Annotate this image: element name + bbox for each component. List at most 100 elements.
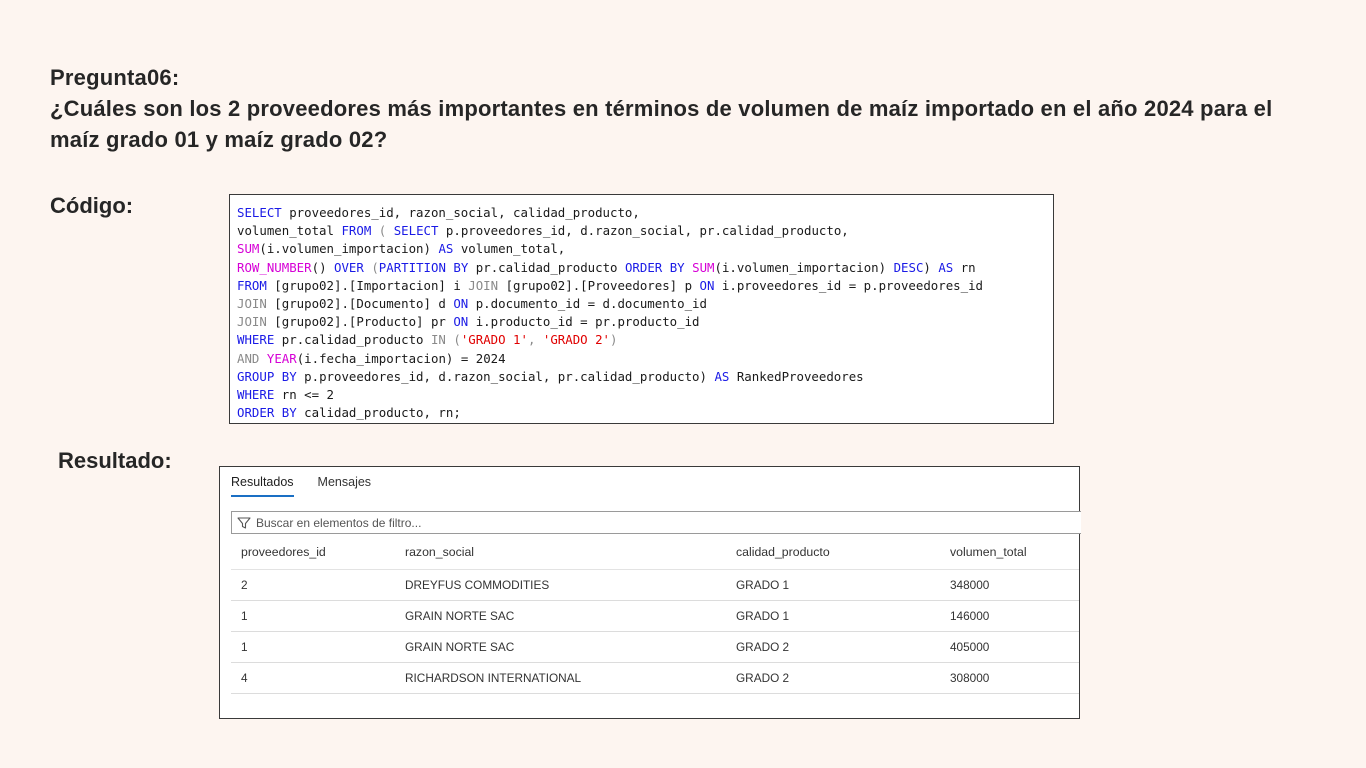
table-row[interactable]: 2 DREYFUS COMMODITIES GRADO 1 348000	[231, 569, 1079, 601]
code-token: AS	[438, 241, 454, 257]
code-token: WHERE	[237, 332, 275, 348]
column-header-razon-social[interactable]: razon_social	[395, 535, 726, 570]
code-token: 'GRADO 1'	[460, 332, 528, 348]
code-token: AND	[237, 350, 260, 366]
cell-volumen-total: 308000	[940, 662, 1079, 694]
code-token: IN	[430, 332, 446, 348]
cell-proveedores-id: 1	[231, 631, 395, 663]
table-row[interactable]: 4 RICHARDSON INTERNATIONAL GRADO 2 30800…	[231, 662, 1079, 694]
column-header-volumen-total[interactable]: volumen_total	[940, 535, 1079, 570]
table-header-row: proveedores_id razon_social calidad_prod…	[231, 535, 1079, 570]
code-token: RankedProveedores	[729, 368, 864, 384]
code-token: SUM	[237, 241, 260, 257]
cell-razon-social: GRAIN NORTE SAC	[395, 600, 726, 632]
code-token: pr.calidad_producto	[274, 332, 431, 348]
code-token: i.producto_id = pr.producto_id	[468, 314, 700, 330]
cell-calidad-producto: GRADO 1	[726, 569, 940, 601]
code-token: SELECT	[237, 205, 282, 220]
code-line: FROM [grupo02].[Importacion] i JOIN [gru…	[237, 277, 1053, 295]
code-line: SUM(i.volumen_importacion) AS volumen_to…	[237, 240, 1053, 258]
code-token: JOIN	[468, 277, 499, 293]
code-token: ROW_NUMBER	[237, 259, 312, 275]
results-table: proveedores_id razon_social calidad_prod…	[231, 535, 1079, 694]
code-token: p.proveedores_id, d.razon_social, pr.cal…	[296, 368, 715, 384]
question-text: ¿Cuáles son los 2 proveedores más import…	[50, 96, 1273, 152]
results-panel: Resultados Mensajes proveedores_id razon…	[219, 466, 1081, 719]
code-label: Código:	[50, 193, 134, 218]
code-line: volumen_total FROM ( SELECT p.proveedore…	[237, 222, 1053, 240]
code-token: calidad_producto, rn;	[296, 405, 461, 421]
code-line: JOIN [grupo02].[Producto] pr ON i.produc…	[237, 313, 1053, 331]
code-token: proveedores_id, razon_social, calidad_pr…	[281, 205, 640, 220]
column-header-calidad-producto[interactable]: calidad_producto	[726, 535, 940, 570]
code-token: rn	[953, 259, 976, 275]
code-token: i.proveedores_id = p.proveedores_id	[714, 277, 984, 293]
table-row[interactable]: 1 GRAIN NORTE SAC GRADO 1 146000	[231, 600, 1079, 632]
code-token: YEAR	[266, 350, 297, 366]
code-token: AS	[938, 259, 954, 275]
code-line: GROUP BY p.proveedores_id, d.razon_socia…	[237, 368, 1053, 386]
code-token: OVER	[334, 259, 364, 275]
cell-calidad-producto: GRADO 1	[726, 600, 940, 632]
code-token: ,	[527, 332, 543, 348]
code-token: (i.volumen_importacion)	[259, 241, 439, 257]
code-token: AS	[714, 368, 730, 384]
code-token: SUM	[692, 259, 715, 275]
code-line: SELECT proveedores_id, razon_social, cal…	[237, 204, 1053, 222]
code-token: GROUP BY	[237, 368, 297, 384]
code-token: PARTITION BY	[378, 259, 469, 275]
code-token: )	[923, 259, 939, 275]
code-line: WHERE pr.calidad_producto IN ('GRADO 1',…	[237, 331, 1053, 349]
code-token: JOIN	[237, 314, 267, 330]
code-token: SELECT	[393, 223, 439, 239]
cell-proveedores-id: 1	[231, 600, 395, 632]
table-row[interactable]: 1 GRAIN NORTE SAC GRADO 2 405000	[231, 631, 1079, 663]
filter-bar[interactable]	[231, 511, 1081, 534]
code-token: volumen_total	[237, 223, 342, 239]
code-line: AND YEAR(i.fecha_importacion) = 2024	[237, 350, 1053, 368]
code-line: ROW_NUMBER() OVER (PARTITION BY pr.calid…	[237, 259, 1053, 277]
code-token: ORDER BY	[624, 259, 685, 275]
cell-razon-social: GRAIN NORTE SAC	[395, 631, 726, 663]
cell-proveedores-id: 2	[231, 569, 395, 601]
code-token: ON	[453, 314, 469, 330]
code-token: [grupo02].[Importacion] i	[266, 277, 469, 293]
cell-calidad-producto: GRADO 2	[726, 631, 940, 663]
code-token: pr.calidad_producto	[468, 259, 625, 275]
code-line: JOIN [grupo02].[Documento] d ON p.docume…	[237, 295, 1053, 313]
sql-code-block: SELECT proveedores_id, razon_social, cal…	[229, 194, 1054, 424]
tab-mensajes[interactable]: Mensajes	[318, 475, 372, 497]
cell-razon-social: RICHARDSON INTERNATIONAL	[395, 662, 726, 694]
code-token: FROM	[237, 277, 267, 293]
code-token: p.proveedores_id, d.razon_social, pr.cal…	[438, 223, 849, 239]
code-token: FROM	[341, 223, 372, 239]
code-token: ON	[453, 295, 469, 311]
code-token: ON	[699, 277, 715, 293]
cell-calidad-producto: GRADO 2	[726, 662, 940, 694]
result-label: Resultado:	[58, 448, 172, 473]
code-token: [grupo02].[Documento] d	[266, 295, 454, 311]
filter-input[interactable]	[256, 515, 856, 530]
code-token: (	[371, 259, 379, 275]
code-token: )	[610, 332, 618, 348]
code-token: (i.volumen_importacion)	[714, 259, 894, 275]
question-number: Pregunta06:	[50, 65, 180, 90]
code-token: (i.fecha_importacion) = 2024	[296, 350, 506, 366]
code-line: ORDER BY calidad_producto, rn;	[237, 404, 1053, 422]
code-token: DESC	[893, 259, 924, 275]
code-token: volumen_total,	[453, 241, 566, 257]
code-token: rn <= 2	[274, 386, 334, 402]
cell-proveedores-id: 4	[231, 662, 395, 694]
column-header-proveedores-id[interactable]: proveedores_id	[231, 535, 395, 570]
code-token: p.documento_id = d.documento_id	[468, 295, 707, 311]
question-heading: Pregunta06: ¿Cuáles son los 2 proveedore…	[50, 62, 1310, 155]
results-tabs: Resultados Mensajes	[231, 475, 371, 497]
code-token: JOIN	[237, 295, 267, 311]
tab-resultados[interactable]: Resultados	[231, 475, 294, 497]
cell-volumen-total: 348000	[940, 569, 1079, 601]
code-token: 'GRADO 2'	[542, 332, 611, 348]
code-token: ORDER BY	[237, 405, 297, 421]
